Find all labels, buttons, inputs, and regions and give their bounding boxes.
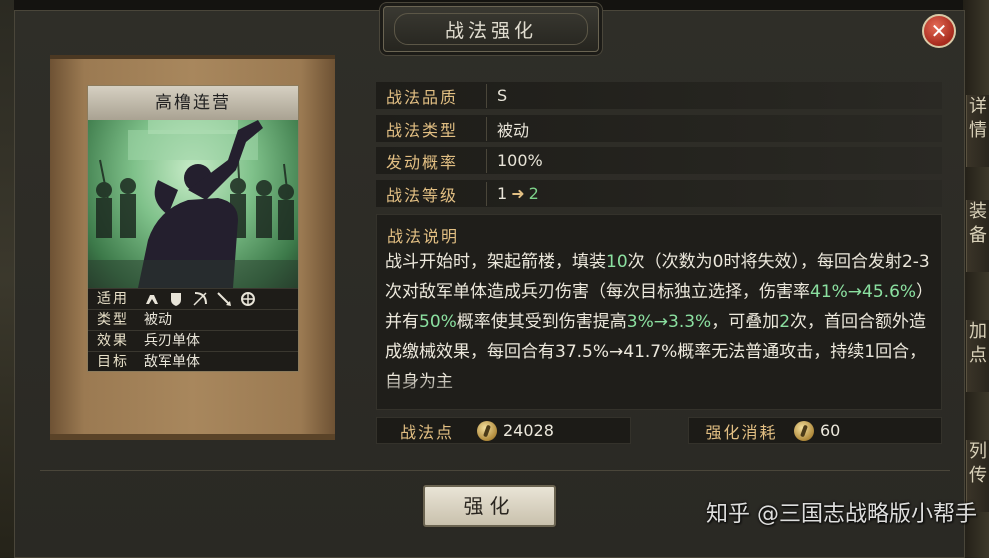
- info-row-effect: 效果 兵刃单体: [88, 330, 298, 351]
- tactic-illustration: [88, 120, 298, 288]
- description-highlight: 50%: [419, 312, 457, 332]
- description-fade: [377, 375, 941, 409]
- divider: [40, 470, 950, 471]
- info-value: 被动: [144, 312, 172, 328]
- tactic-description[interactable]: 战法说明 战斗开始时，架起箭楼，填装10次（次数为0时将失效），每回合发射2-3…: [376, 214, 942, 410]
- strengthen-button[interactable]: 强化: [423, 485, 556, 527]
- attr-value: 被动: [497, 120, 530, 140]
- attr-row-type: 战法类型 被动: [376, 115, 942, 142]
- description-highlight: 41%→45.6%: [810, 282, 917, 302]
- troop-type-icons: [138, 289, 298, 309]
- attr-label: 战法品质: [376, 83, 487, 108]
- spear-icon: [217, 292, 231, 306]
- info-label: 类型: [97, 312, 129, 328]
- watermark: 知乎 @三国志战略版小帮手: [706, 502, 977, 527]
- description-segment: 战斗开始时，架起箭楼，填装: [385, 252, 606, 272]
- tactic-point-coin-icon: [477, 420, 497, 441]
- side-tab-equipment[interactable]: 装备: [966, 200, 989, 272]
- siege-icon: [241, 292, 255, 306]
- side-tab-points[interactable]: 加点: [966, 320, 989, 392]
- info-row-target: 目标 敌军单体: [88, 351, 298, 372]
- attr-label: 战法类型: [376, 116, 487, 141]
- attr-row-level: 战法等级 1 ➜ 2: [376, 180, 942, 207]
- info-label: 适用: [97, 291, 129, 307]
- strengthen-cost-value: 60: [820, 421, 841, 440]
- background-left-edge: [0, 0, 14, 558]
- bow-icon: [193, 292, 207, 306]
- info-row-applicable: 适用: [88, 288, 298, 309]
- level-next: 2: [528, 184, 539, 203]
- dialog-title: 战法强化: [394, 13, 588, 45]
- tactic-point-coin-icon: [794, 420, 814, 441]
- info-value: 兵刃单体: [144, 333, 200, 349]
- level-arrow-icon: ➜: [511, 184, 525, 203]
- tactic-points-bar: 战法点 24028: [376, 417, 631, 444]
- attr-label: 发动概率: [376, 148, 487, 173]
- info-value: 敌军单体: [144, 354, 200, 370]
- close-icon: ✕: [930, 19, 948, 43]
- tactic-info-table: 适用 类型 被动 效果 兵刃单体 目标 敌军单体: [88, 288, 298, 372]
- attr-value: 100%: [497, 151, 543, 170]
- tactic-card: 高橹连营 适用 类型 被动 效果 兵刃单体 目标 敌军单体: [87, 85, 299, 372]
- tactic-name: 高橹连营: [88, 86, 298, 121]
- cavalry-icon: [146, 295, 158, 304]
- side-tab-details[interactable]: 详情: [966, 95, 989, 167]
- strengthen-cost-label: 强化消耗: [705, 422, 778, 442]
- tactic-points-value: 24028: [503, 421, 554, 440]
- attr-label: 战法等级: [376, 181, 487, 206]
- shield-icon: [171, 293, 181, 306]
- strengthen-cost-bar: 强化消耗 60: [688, 417, 942, 444]
- attr-row-trigger-rate: 发动概率 100%: [376, 147, 942, 174]
- description-segment: ，可叠加: [711, 312, 780, 332]
- description-title: 战法说明: [387, 227, 460, 246]
- close-button[interactable]: ✕: [922, 14, 956, 48]
- info-label: 目标: [97, 354, 129, 370]
- tactic-points-label: 战法点: [399, 422, 454, 442]
- attr-value: S: [497, 86, 508, 105]
- description-highlight: 2: [779, 312, 791, 332]
- level-current: 1: [497, 184, 508, 203]
- description-segment: 概率使其受到伤害提高: [456, 312, 627, 332]
- description-highlight: 10: [606, 252, 628, 272]
- info-label: 效果: [97, 333, 129, 349]
- attr-value: 1 ➜ 2: [487, 184, 539, 203]
- dialog-title-plate: 战法强化: [383, 6, 599, 52]
- info-row-type: 类型 被动: [88, 309, 298, 330]
- attr-row-quality: 战法品质 S: [376, 82, 942, 109]
- description-highlight: 3%→3.3%: [626, 312, 712, 332]
